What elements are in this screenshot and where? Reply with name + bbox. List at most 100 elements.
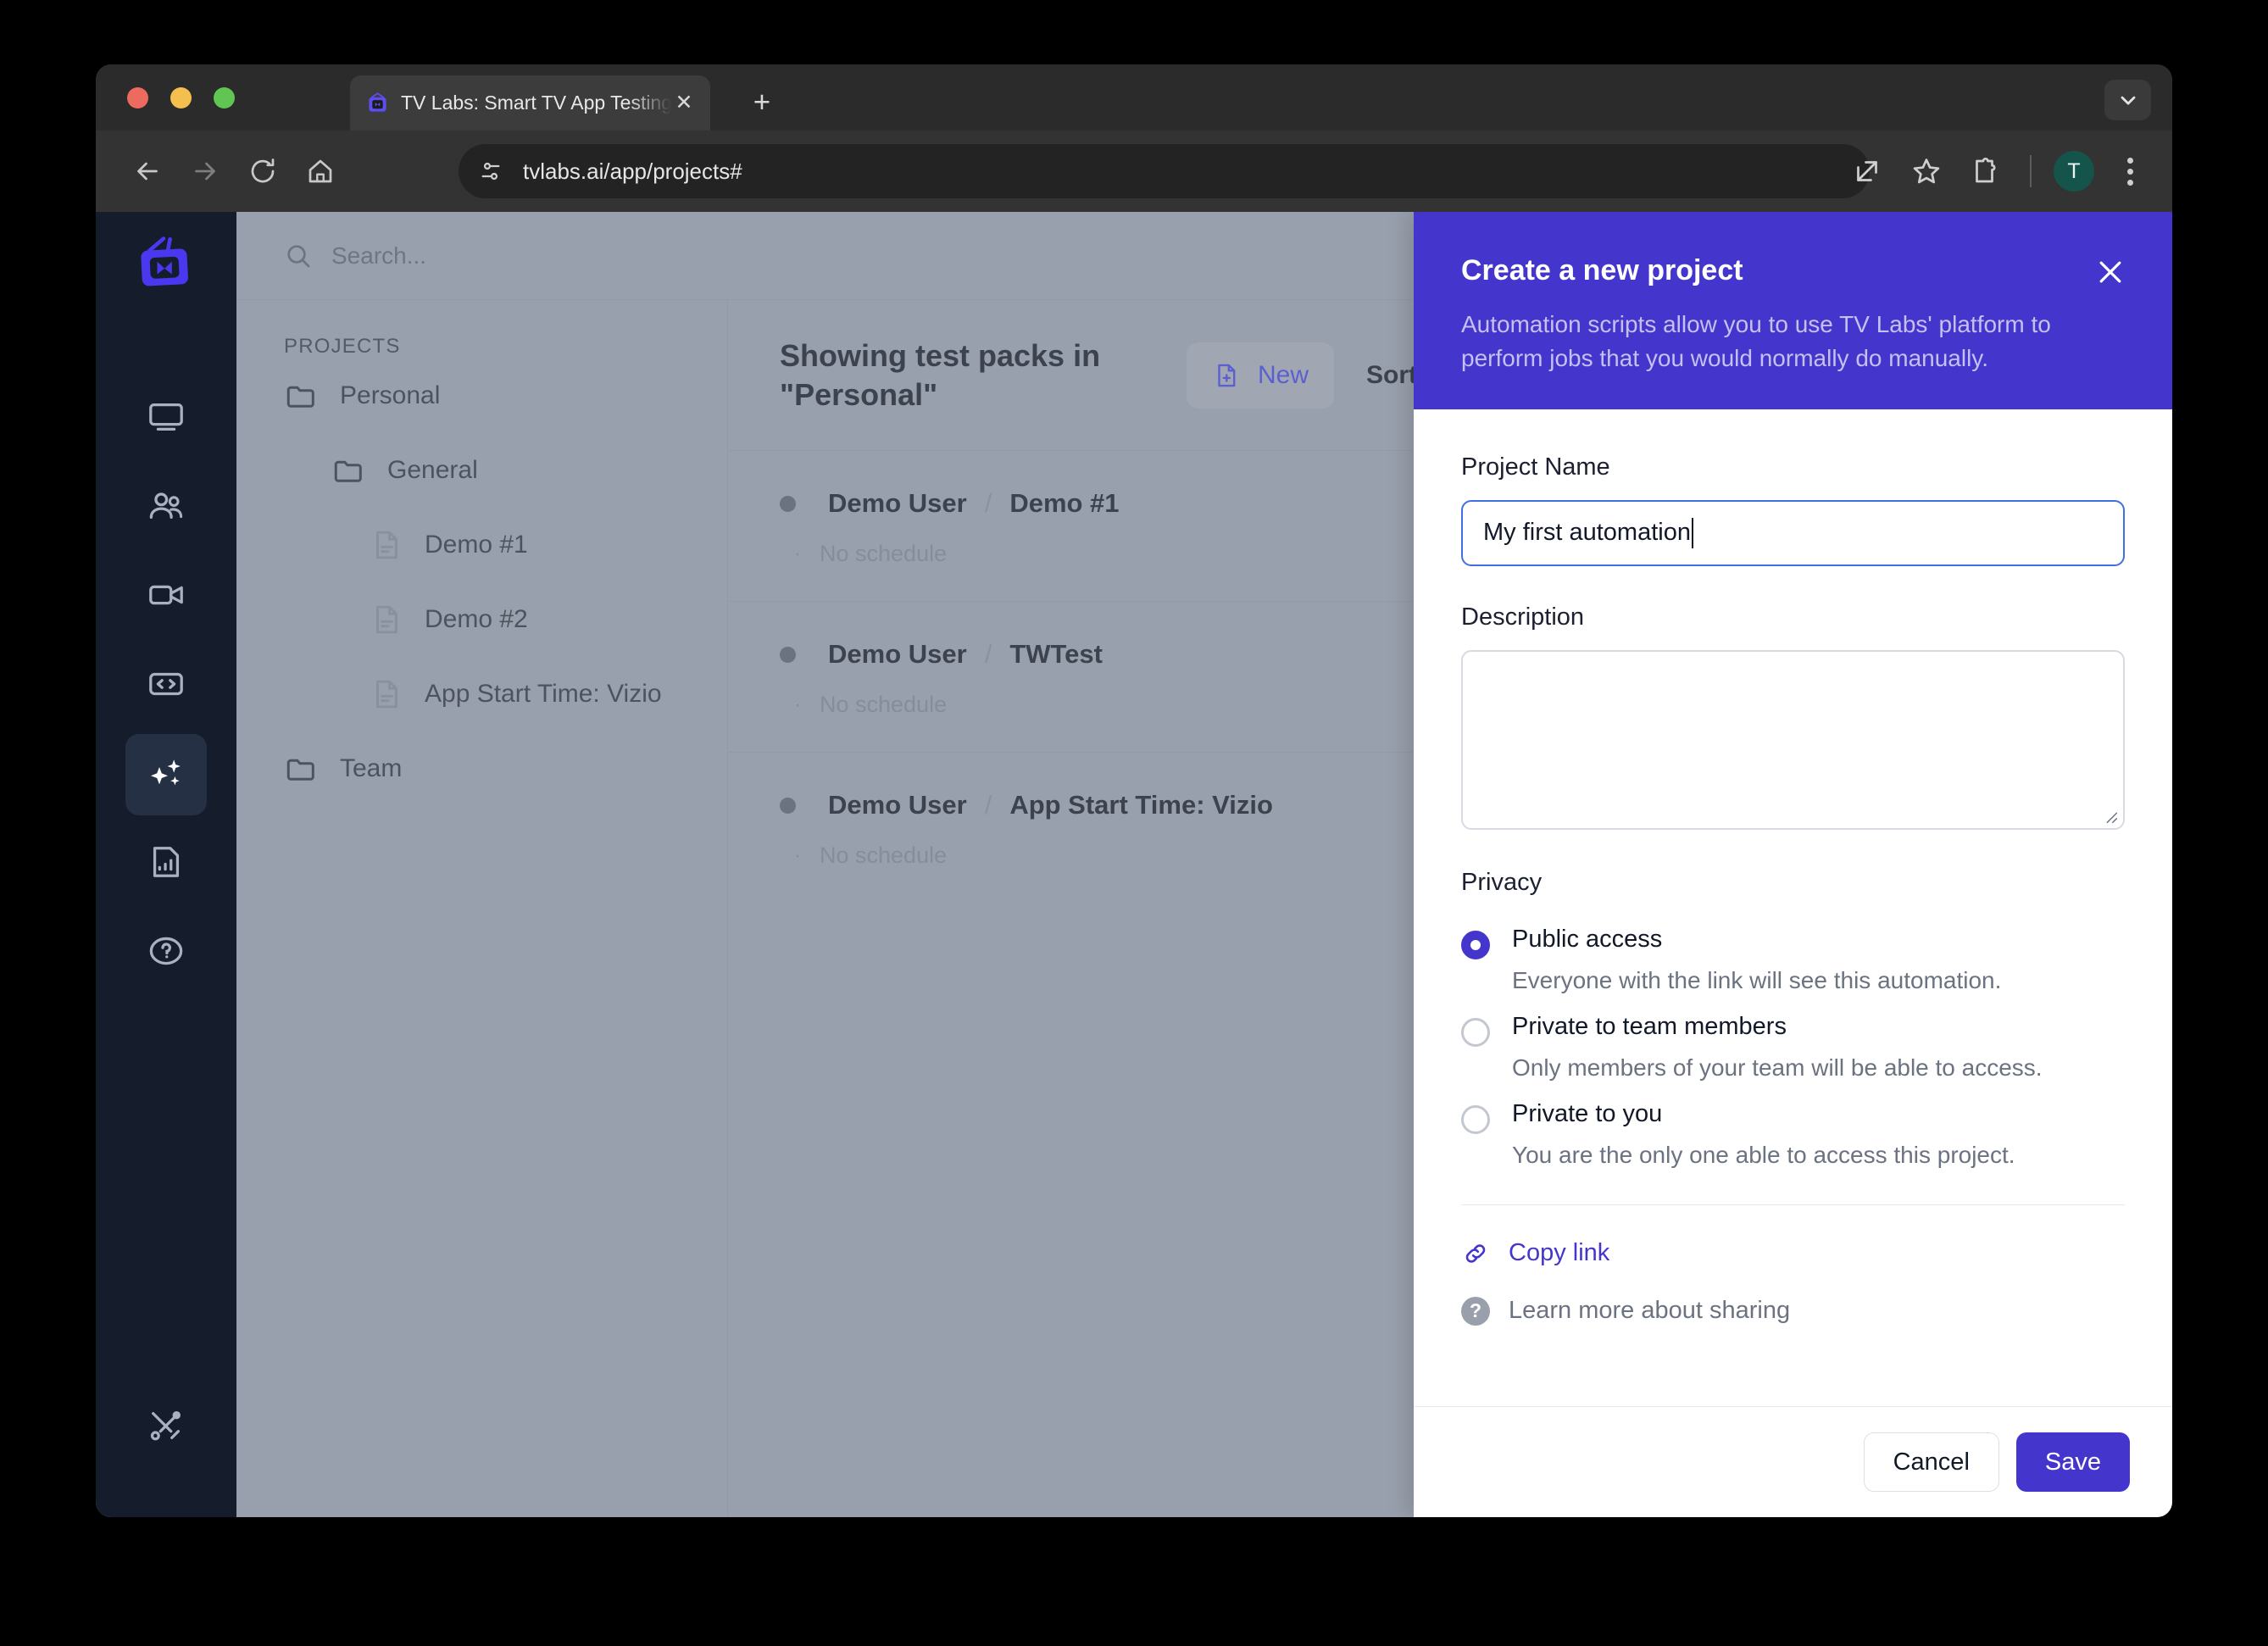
- radio-button[interactable]: [1461, 1017, 1490, 1047]
- more-vertical-icon[interactable]: [2113, 153, 2147, 190]
- copy-link-button[interactable]: Copy link: [1461, 1239, 2125, 1268]
- help-circle-icon: [147, 931, 186, 975]
- sidebar-item-devices[interactable]: [125, 378, 207, 459]
- folder-icon: [284, 378, 320, 414]
- avatar[interactable]: T: [2054, 151, 2094, 192]
- maximize-window-button[interactable]: [214, 87, 235, 108]
- open-in-new-icon[interactable]: [1848, 153, 1886, 190]
- tree-item-label: Demo #1: [425, 531, 528, 559]
- pack-separator: /: [984, 488, 992, 518]
- new-button[interactable]: New: [1187, 342, 1335, 409]
- users-icon: [147, 487, 186, 530]
- privacy-option-team[interactable]: Private to team members Only members of …: [1461, 994, 2125, 1082]
- pack-separator: /: [984, 790, 992, 820]
- tree-item-team[interactable]: Team: [236, 731, 727, 806]
- status-dot-icon: [780, 495, 796, 512]
- status-dot-icon: [780, 797, 796, 814]
- tree-item-label: Personal: [340, 381, 441, 409]
- sidebar-item-team[interactable]: [125, 467, 207, 548]
- arrow-right-icon[interactable]: [186, 152, 225, 191]
- cancel-button[interactable]: Cancel: [1863, 1432, 1999, 1492]
- radio-button[interactable]: [1461, 1104, 1490, 1134]
- file-icon: [369, 602, 404, 637]
- dialog-subtitle: Automation scripts allow you to use TV L…: [1461, 311, 2051, 371]
- tree-item-demo-1[interactable]: Demo #1: [236, 508, 727, 582]
- dialog-body: Project Name My first automation Descrip…: [1414, 409, 2172, 1407]
- privacy-option-private[interactable]: Private to you You are the only one able…: [1461, 1082, 2125, 1169]
- tab-strip: TV Labs: Smart TV App Testing ✕ +: [96, 64, 2172, 131]
- tree-item-demo-2[interactable]: Demo #2: [236, 582, 727, 657]
- address-bar[interactable]: tvlabs.ai/app/projects#: [459, 144, 1870, 198]
- project-name-value: My first automation: [1483, 519, 1691, 546]
- browser-tab-title: TV Labs: Smart TV App Testing: [401, 92, 671, 114]
- search-input[interactable]: Search...: [331, 242, 426, 270]
- copy-link-label: Copy link: [1509, 1239, 1610, 1266]
- pack-owner: Demo User: [828, 488, 967, 518]
- sidebar-item-code[interactable]: [125, 645, 207, 726]
- tree-item-personal[interactable]: Personal: [236, 359, 727, 433]
- tvlabs-logo-icon[interactable]: [135, 234, 197, 297]
- divider: [1461, 1204, 2125, 1205]
- tree-item-app-start-time-vizio[interactable]: App Start Time: Vizio: [236, 657, 727, 731]
- star-icon[interactable]: [1908, 153, 1945, 190]
- puzzle-icon[interactable]: [1967, 153, 2004, 190]
- pack-owner: Demo User: [828, 790, 967, 820]
- radio-button[interactable]: [1461, 930, 1490, 959]
- privacy-option-public[interactable]: Public access Everyone with the link wil…: [1461, 907, 2125, 994]
- close-icon[interactable]: [2091, 253, 2130, 292]
- sidebar-item-reports[interactable]: [125, 823, 207, 904]
- monitor-icon: [147, 398, 186, 441]
- sidebar-item-help[interactable]: [125, 912, 207, 993]
- project-name-input[interactable]: My first automation: [1461, 499, 2125, 566]
- chevron-down-icon[interactable]: [2104, 80, 2151, 120]
- dialog-header: Create a new project Automation scripts …: [1414, 212, 2172, 409]
- window-traffic-lights: [127, 87, 235, 108]
- pack-schedule-label: No schedule: [820, 541, 948, 566]
- url-text: tvlabs.ai/app/projects#: [523, 158, 742, 184]
- browser-window: TV Labs: Smart TV App Testing ✕ + tvlabs…: [96, 64, 2172, 1517]
- schedule-dot-icon: ·: [794, 843, 801, 867]
- learn-more-label: Learn more about sharing: [1509, 1297, 1791, 1324]
- pack-name: App Start Time: Vizio: [1009, 790, 1273, 820]
- sidebar-item-settings[interactable]: [125, 1387, 207, 1468]
- tune-icon[interactable]: [477, 158, 504, 185]
- close-icon[interactable]: ✕: [671, 91, 697, 116]
- dialog-footer: Cancel Save: [1414, 1406, 2172, 1517]
- search-icon: [284, 242, 313, 270]
- privacy-label: Privacy: [1461, 868, 1543, 896]
- folder-icon: [284, 751, 320, 787]
- tree-item-general[interactable]: General: [236, 433, 727, 508]
- file-plus-icon: [1212, 361, 1241, 390]
- file-chart-icon: [147, 842, 186, 886]
- file-icon: [369, 676, 404, 712]
- arrow-left-icon[interactable]: [128, 152, 167, 191]
- privacy-option-title: Public access: [1512, 925, 1663, 953]
- tree-item-label: Demo #2: [425, 605, 528, 633]
- reload-icon[interactable]: [243, 152, 282, 191]
- browser-tab[interactable]: TV Labs: Smart TV App Testing ✕: [350, 75, 710, 131]
- save-button[interactable]: Save: [2015, 1432, 2130, 1492]
- create-project-dialog: Create a new project Automation scripts …: [1414, 212, 2172, 1517]
- close-window-button[interactable]: [127, 87, 148, 108]
- tree-item-label: Team: [340, 754, 403, 782]
- minimize-window-button[interactable]: [170, 87, 192, 108]
- sparkles-icon: [146, 753, 186, 798]
- status-dot-icon: [780, 646, 796, 663]
- home-icon[interactable]: [301, 152, 340, 191]
- resize-handle-icon[interactable]: [2101, 807, 2120, 826]
- toolbar-actions: T: [1826, 131, 2152, 212]
- sidebar-item-automations[interactable]: [125, 734, 207, 815]
- learn-more-link[interactable]: ? Learn more about sharing: [1461, 1296, 2125, 1326]
- pack-name: TWTest: [1009, 639, 1103, 669]
- icon-rail: [96, 212, 236, 1517]
- tree-item-label: App Start Time: Vizio: [425, 680, 662, 708]
- new-button-label: New: [1258, 361, 1309, 389]
- project-name-label: Project Name: [1461, 453, 1610, 481]
- sidebar-item-sessions[interactable]: [125, 556, 207, 637]
- new-tab-button[interactable]: +: [744, 86, 780, 121]
- code-icon: [147, 665, 186, 708]
- pack-owner: Demo User: [828, 639, 967, 669]
- app-viewport: Search... PROJECTS Personal General Demo…: [96, 212, 2172, 1517]
- projects-heading: PROJECTS: [284, 335, 401, 358]
- description-input[interactable]: [1461, 649, 2125, 830]
